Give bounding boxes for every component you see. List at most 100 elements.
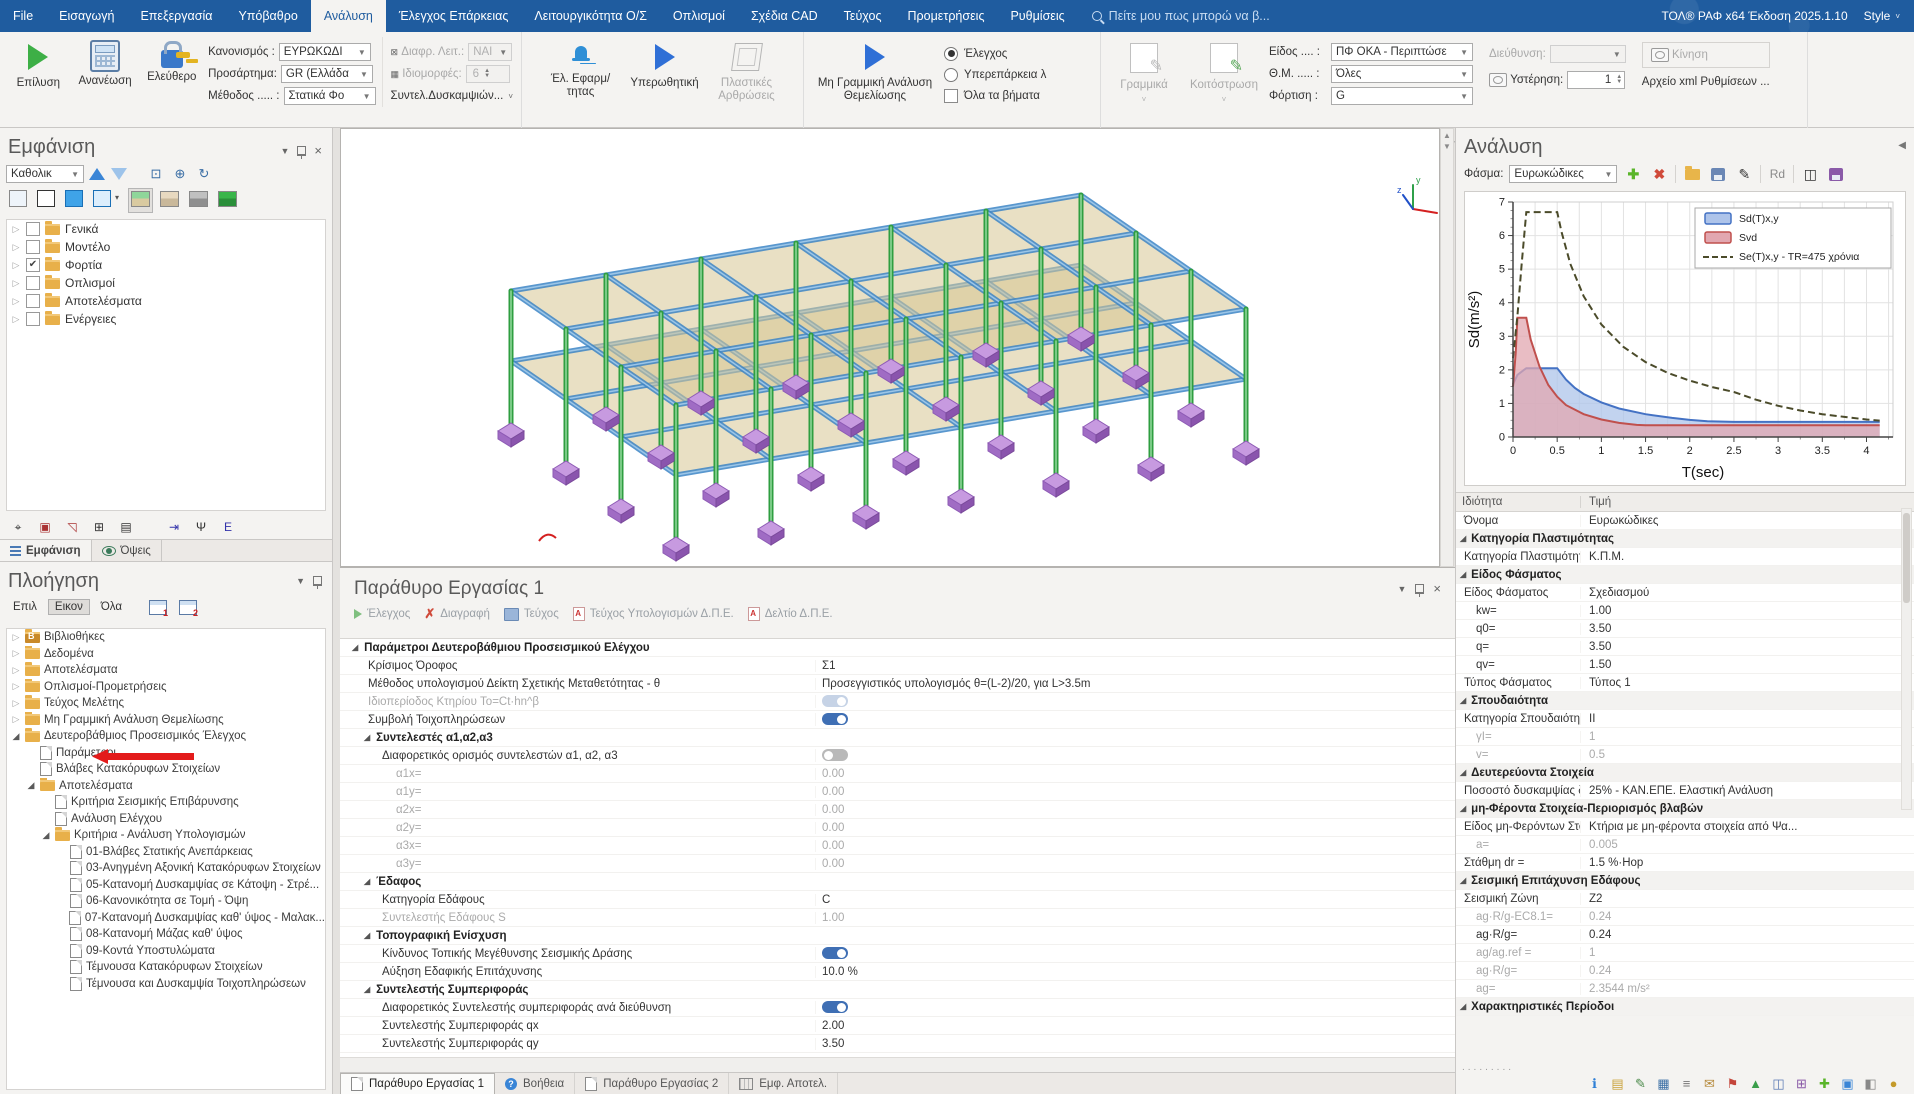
- panel-menu-icon[interactable]: ▼: [280, 146, 289, 156]
- applicability-check-button[interactable]: Έλ. Εφαρμ/τητας: [544, 37, 618, 99]
- menu-tab-7[interactable]: Οπλισμοί: [660, 0, 738, 32]
- param-row-8[interactable]: α1y=0.00: [340, 783, 1455, 801]
- annex-select[interactable]: GR (Ελλάδα▼: [281, 65, 373, 83]
- expand-icon[interactable]: ▷: [11, 632, 21, 643]
- section-expand-icon[interactable]: ◢: [1460, 570, 1466, 579]
- bottom-tab-3[interactable]: Εμφ. Αποτελ.: [729, 1073, 838, 1094]
- param-row-12[interactable]: α3y=0.00: [340, 855, 1455, 873]
- nav-menu-icon[interactable]: ▼: [296, 576, 305, 586]
- section-view-icon[interactable]: [90, 187, 114, 213]
- nav-tree-item-5[interactable]: ▷Μη Γραμμική Ανάλυση Θεμελίωσης: [7, 712, 325, 729]
- prop-row-6[interactable]: q0=3.50: [1456, 620, 1914, 638]
- zoom-window-icon[interactable]: ⊡: [146, 165, 166, 183]
- nav-filter-selected[interactable]: Επιλ: [6, 599, 44, 615]
- expand-icon[interactable]: ▷: [11, 698, 21, 709]
- param-row-4[interactable]: Συμβολή Τοιχοπληρώσεων: [340, 711, 1455, 729]
- section-expand-icon[interactable]: ◢: [1460, 696, 1466, 705]
- section-row-16[interactable]: ◢Τοπογραφική Ενίσχυση: [340, 927, 1455, 945]
- prop-section-20[interactable]: ◢Σεισμική Επιτάχυνση Εδάφους: [1456, 872, 1914, 890]
- xml-button[interactable]: Αρχείο xml Ρυθμίσεων ...: [1642, 70, 1770, 94]
- model-viewport[interactable]: zyx: [340, 128, 1440, 567]
- layer-checkbox[interactable]: [26, 312, 40, 326]
- param-row-10[interactable]: α2y=0.00: [340, 819, 1455, 837]
- prop-row-23[interactable]: ag·R/g=0.24: [1456, 926, 1914, 944]
- nav-tree-item-10[interactable]: Κριτήρια Σεισμικής Επιβάρυνσης: [7, 794, 325, 811]
- prop-section-1[interactable]: ◢Κατηγορία Πλαστιμότητας: [1456, 530, 1914, 548]
- kind-select[interactable]: ΠΦ ΟΚΑ - Περιπτώσε▼: [1331, 43, 1473, 61]
- param-row-14[interactable]: Κατηγορία ΕδάφουςC: [340, 891, 1455, 909]
- prop-row-24[interactable]: ag/ag.ref =1: [1456, 944, 1914, 962]
- prop-row-13[interactable]: v=0.5: [1456, 746, 1914, 764]
- menu-tab-9[interactable]: Τεύχος: [831, 0, 895, 32]
- prop-row-22[interactable]: ag·R/g-EC8.1=0.24: [1456, 908, 1914, 926]
- nav-tree-item-20[interactable]: Τέμνουσα Κατακόρυφων Στοιχείων: [7, 959, 325, 976]
- e-modulus-icon[interactable]: Ε: [218, 518, 238, 536]
- prop-row-18[interactable]: a=0.005: [1456, 836, 1914, 854]
- prop-row-15[interactable]: Ποσοστό δυσκαμψίας δ...25% - ΚΑΝ.ΕΠΕ. Ελ…: [1456, 782, 1914, 800]
- solid-view-icon[interactable]: [62, 187, 86, 213]
- refresh-button[interactable]: Ανανέωση: [75, 37, 136, 88]
- panel-status-icon[interactable]: ▣: [1839, 1075, 1856, 1092]
- expand-icon[interactable]: ▷: [11, 278, 21, 289]
- delete-spectrum-icon[interactable]: ✖: [1649, 165, 1669, 183]
- nav-tree-item-16[interactable]: 06-Κανονικότητα σε Τομή - Όψη: [7, 893, 325, 910]
- display-tree-item-3[interactable]: ▷Οπλισμοί: [7, 274, 325, 292]
- expand-icon[interactable]: ▷: [11, 260, 21, 271]
- nav-tree-item-0[interactable]: ▷BΒιβλιοθήκες: [7, 629, 325, 646]
- hysteresis-stepper[interactable]: 1▲▼: [1567, 71, 1625, 89]
- param-row-6[interactable]: Διαφορετικός ορισμός συντελεστών α1, α2,…: [340, 747, 1455, 765]
- unlock-button[interactable]: Ελεύθερο: [141, 37, 202, 84]
- building-view-3-icon[interactable]: [186, 188, 211, 213]
- prop-row-2[interactable]: Κατηγορία Πλαστιμότητ...Κ.Π.Μ.: [1456, 548, 1914, 566]
- polygon-select-icon[interactable]: ◹: [62, 518, 82, 536]
- layer-checkbox[interactable]: [26, 240, 40, 254]
- up-status-icon[interactable]: ▲: [1747, 1075, 1764, 1092]
- open-spectrum-icon[interactable]: [1682, 165, 1702, 183]
- param-row-15[interactable]: Συντελεστής Εδάφους S1.00: [340, 909, 1455, 927]
- properties-icon[interactable]: ▤: [116, 518, 136, 536]
- nav-tree-item-13[interactable]: 01-Βλάβες Στατικής Ανεπάρκειας: [7, 844, 325, 861]
- bottom-tab-2[interactable]: Παράθυρο Εργασίας 2: [575, 1073, 729, 1094]
- tab-display[interactable]: Εμφάνιση: [0, 540, 92, 561]
- section-expand-icon[interactable]: ◢: [1460, 768, 1466, 777]
- section-row-13[interactable]: ◢Έδαφος: [340, 873, 1455, 891]
- section-expand-icon[interactable]: ◢: [364, 985, 370, 994]
- toggle-switch[interactable]: [822, 1001, 848, 1013]
- nav-tree-item-14[interactable]: 03-Ανηγμένη Αξονική Κατακόρυφων Στοιχείω…: [7, 860, 325, 877]
- prop-section-3[interactable]: ◢Είδος Φάσματος: [1456, 566, 1914, 584]
- nav-tree-item-15[interactable]: 05-Κατανομή Δυσκαμψίας σε Κάτοψη - Στρέ.…: [7, 877, 325, 894]
- menu-tab-0[interactable]: File: [0, 0, 46, 32]
- properties-scrollbar[interactable]: [1901, 508, 1912, 810]
- close-icon[interactable]: ×: [314, 146, 322, 156]
- grid-status-icon[interactable]: ⊞: [1793, 1075, 1810, 1092]
- toggle-switch[interactable]: [822, 695, 848, 707]
- solve-button[interactable]: Επίλυση: [8, 37, 69, 90]
- toggle-switch[interactable]: [822, 713, 848, 725]
- nav-tree-item-3[interactable]: ▷Οπλισμοί-Προμετρήσεις: [7, 679, 325, 696]
- move-up-icon[interactable]: [89, 168, 105, 180]
- ws-tool-3[interactable]: Τεύχος Υπολογισμών Δ.Π.Ε.: [573, 607, 734, 621]
- plus-status-icon[interactable]: ✚: [1816, 1075, 1833, 1092]
- layer-checkbox[interactable]: [26, 294, 40, 308]
- rotate-view-icon[interactable]: ↻: [194, 165, 214, 183]
- nav-tree-item-18[interactable]: 08-Κατανομή Μάζας καθ' ύψος: [7, 926, 325, 943]
- menu-tab-1[interactable]: Εισαγωγή: [46, 0, 127, 32]
- expand-icon[interactable]: ▷: [11, 224, 21, 235]
- ws-tool-4[interactable]: Δελτίο Δ.Π.Ε.: [748, 607, 833, 621]
- prop-row-11[interactable]: Κατηγορία Σπουδαιότητ...II: [1456, 710, 1914, 728]
- prop-section-16[interactable]: ◢μη-Φέροντα Στοιχεία-Περιορισμός βλαβών: [1456, 800, 1914, 818]
- wireframe-view-icon[interactable]: [6, 187, 30, 213]
- nonlinear-foundation-button[interactable]: Μη Γραμμική Ανάλυση Θεμελίωσης: [812, 37, 938, 103]
- prop-row-9[interactable]: Τύπος ΦάσματοςΤύπος 1: [1456, 674, 1914, 692]
- param-row-22[interactable]: Συντελεστής Συμπεριφοράς qy3.50: [340, 1035, 1455, 1053]
- prop-row-19[interactable]: Στάθμη dr =1.5 %·Hop: [1456, 854, 1914, 872]
- mail-status-icon[interactable]: ✉: [1701, 1075, 1718, 1092]
- display-tree-item-2[interactable]: ▷✔Φορτία: [7, 256, 325, 274]
- menu-tab-6[interactable]: Λειτουργικότητα Ο/Σ: [521, 0, 660, 32]
- prop-row-17[interactable]: Είδος μη-Φερόντων Στο...Κτήρια με μη-φέρ…: [1456, 818, 1914, 836]
- expand-icon[interactable]: ◢: [11, 731, 21, 742]
- grid-select-icon[interactable]: ⊞: [89, 518, 109, 536]
- style-menu[interactable]: Style ˅: [1864, 9, 1900, 23]
- display-tree-item-5[interactable]: ▷Ενέργειες: [7, 310, 325, 328]
- scope-select[interactable]: Καθολικ▼: [6, 165, 84, 183]
